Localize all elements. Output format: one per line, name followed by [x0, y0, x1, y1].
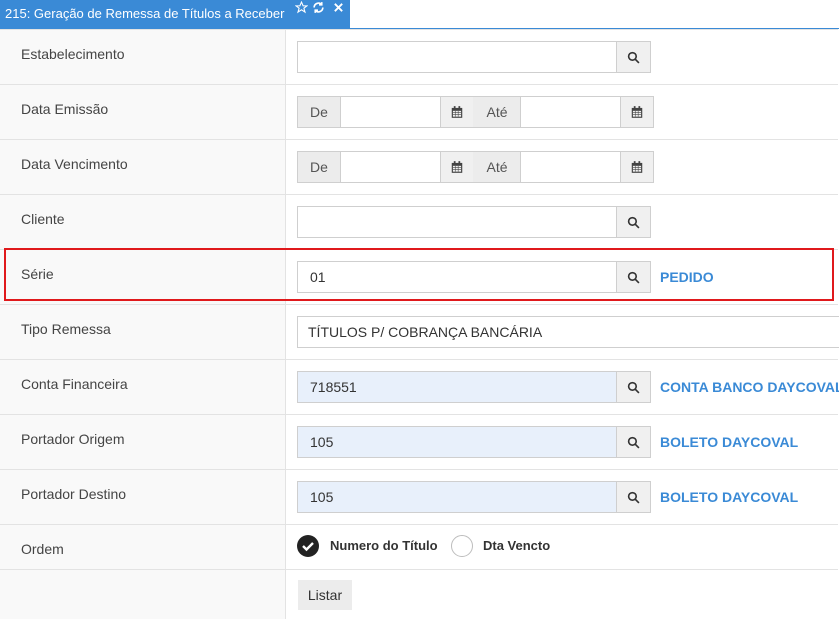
portador-origem-description-link[interactable]: BOLETO DAYCOVAL	[660, 434, 798, 450]
label-cell: Ordem	[0, 525, 286, 570]
data-vencimento-to-input[interactable]	[520, 151, 621, 183]
data-vencimento-ate-addon: Até	[473, 151, 522, 183]
row-cliente: Cliente	[0, 194, 838, 250]
ordem-label-numero-titulo[interactable]: Numero do Título	[330, 538, 438, 553]
data-emissao-from-calendar-button[interactable]	[440, 96, 474, 128]
data-vencimento-from-calendar-button[interactable]	[440, 151, 474, 183]
row-portador-destino: Portador Destino BOLETO DAYCOVAL	[0, 469, 838, 525]
label-cell: Conta Financeira	[0, 360, 286, 415]
label-cell: Data Vencimento	[0, 140, 286, 195]
label-data-emissao: Data Emissão	[21, 101, 109, 117]
data-emissao-to-input[interactable]	[520, 96, 621, 128]
cliente-search-button[interactable]	[617, 206, 651, 238]
conta-financeira-search-button[interactable]	[617, 371, 651, 403]
serie-input[interactable]	[297, 261, 617, 293]
label-cell: Estabelecimento	[0, 30, 286, 85]
portador-origem-input[interactable]	[297, 426, 617, 458]
search-icon	[627, 51, 640, 63]
label-portador-destino: Portador Destino	[21, 486, 127, 502]
tab-active[interactable]: 215: Geração de Remessa de Títulos a Rec…	[0, 0, 350, 28]
tipo-remessa-select[interactable]: TÍTULOS P/ COBRANÇA BANCÁRIA	[297, 316, 839, 348]
estabelecimento-input[interactable]	[297, 41, 617, 73]
conta-financeira-description-link[interactable]: CONTA BANCO DAYCOVAL	[660, 379, 839, 395]
label-ordem: Ordem	[21, 541, 64, 557]
estabelecimento-search-button[interactable]	[617, 41, 651, 73]
ordem-radio-dta-vencto[interactable]	[451, 535, 473, 557]
calendar-icon	[451, 161, 463, 173]
portador-destino-search-button[interactable]	[617, 481, 651, 513]
data-vencimento-from-input[interactable]	[340, 151, 441, 183]
calendar-icon	[451, 106, 463, 118]
data-emissao-ate-addon: Até	[473, 96, 522, 128]
label-cell: Tipo Remessa	[0, 305, 286, 360]
serie-search-button[interactable]	[617, 261, 651, 293]
data-emissao-de-addon: De	[297, 96, 341, 128]
label-cell: Portador Destino	[0, 470, 286, 525]
label-cell	[0, 570, 286, 619]
label-cliente: Cliente	[21, 211, 65, 227]
check-icon	[302, 542, 314, 552]
conta-financeira-input[interactable]	[297, 371, 617, 403]
refresh-icon[interactable]	[311, 0, 325, 14]
search-icon	[627, 271, 640, 283]
ordem-label-dta-vencto[interactable]: Dta Vencto	[483, 538, 550, 553]
tab-title: 215: Geração de Remessa de Títulos a Rec…	[5, 6, 285, 21]
portador-destino-input[interactable]	[297, 481, 617, 513]
row-data-emissao: Data Emissão De Até	[0, 84, 838, 140]
row-portador-origem: Portador Origem BOLETO DAYCOVAL	[0, 414, 838, 470]
label-cell: Cliente	[0, 195, 286, 250]
label-tipo-remessa: Tipo Remessa	[21, 321, 111, 337]
data-vencimento-de-addon: De	[297, 151, 341, 183]
search-icon	[627, 381, 640, 393]
calendar-icon	[631, 161, 643, 173]
label-data-vencimento: Data Vencimento	[21, 156, 128, 172]
star-outline-icon[interactable]	[294, 0, 308, 14]
row-actions	[0, 569, 838, 619]
search-icon	[627, 436, 640, 448]
row-tipo-remessa: Tipo Remessa TÍTULOS P/ COBRANÇA BANCÁRI…	[0, 304, 839, 360]
label-conta-financeira: Conta Financeira	[21, 376, 128, 392]
serie-description-link[interactable]: PEDIDO	[660, 269, 714, 285]
portador-destino-description-link[interactable]: BOLETO DAYCOVAL	[660, 489, 798, 505]
tab-bar: 215: Geração de Remessa de Títulos a Rec…	[0, 0, 839, 29]
row-estabelecimento: Estabelecimento	[0, 29, 838, 85]
cliente-input[interactable]	[297, 206, 617, 238]
calendar-icon	[631, 106, 643, 118]
data-emissao-from-input[interactable]	[340, 96, 441, 128]
row-ordem: Ordem Numero do Título Dta Vencto	[0, 524, 838, 570]
search-icon	[627, 216, 640, 228]
label-portador-origem: Portador Origem	[21, 431, 125, 447]
ordem-radio-numero-titulo[interactable]	[297, 535, 319, 557]
label-cell: Série	[0, 250, 286, 305]
portador-origem-search-button[interactable]	[617, 426, 651, 458]
listar-button[interactable]: Listar	[298, 580, 352, 610]
row-serie: Série PEDIDO	[0, 249, 838, 305]
label-estabelecimento: Estabelecimento	[21, 46, 125, 62]
row-conta-financeira: Conta Financeira CONTA BANCO DAYCOVAL	[0, 359, 839, 415]
data-emissao-to-calendar-button[interactable]	[620, 96, 654, 128]
label-cell: Data Emissão	[0, 85, 286, 140]
row-data-vencimento: Data Vencimento De Até	[0, 139, 838, 195]
close-icon[interactable]	[331, 0, 345, 14]
data-vencimento-to-calendar-button[interactable]	[620, 151, 654, 183]
search-icon	[627, 491, 640, 503]
label-cell: Portador Origem	[0, 415, 286, 470]
label-serie: Série	[21, 266, 54, 282]
